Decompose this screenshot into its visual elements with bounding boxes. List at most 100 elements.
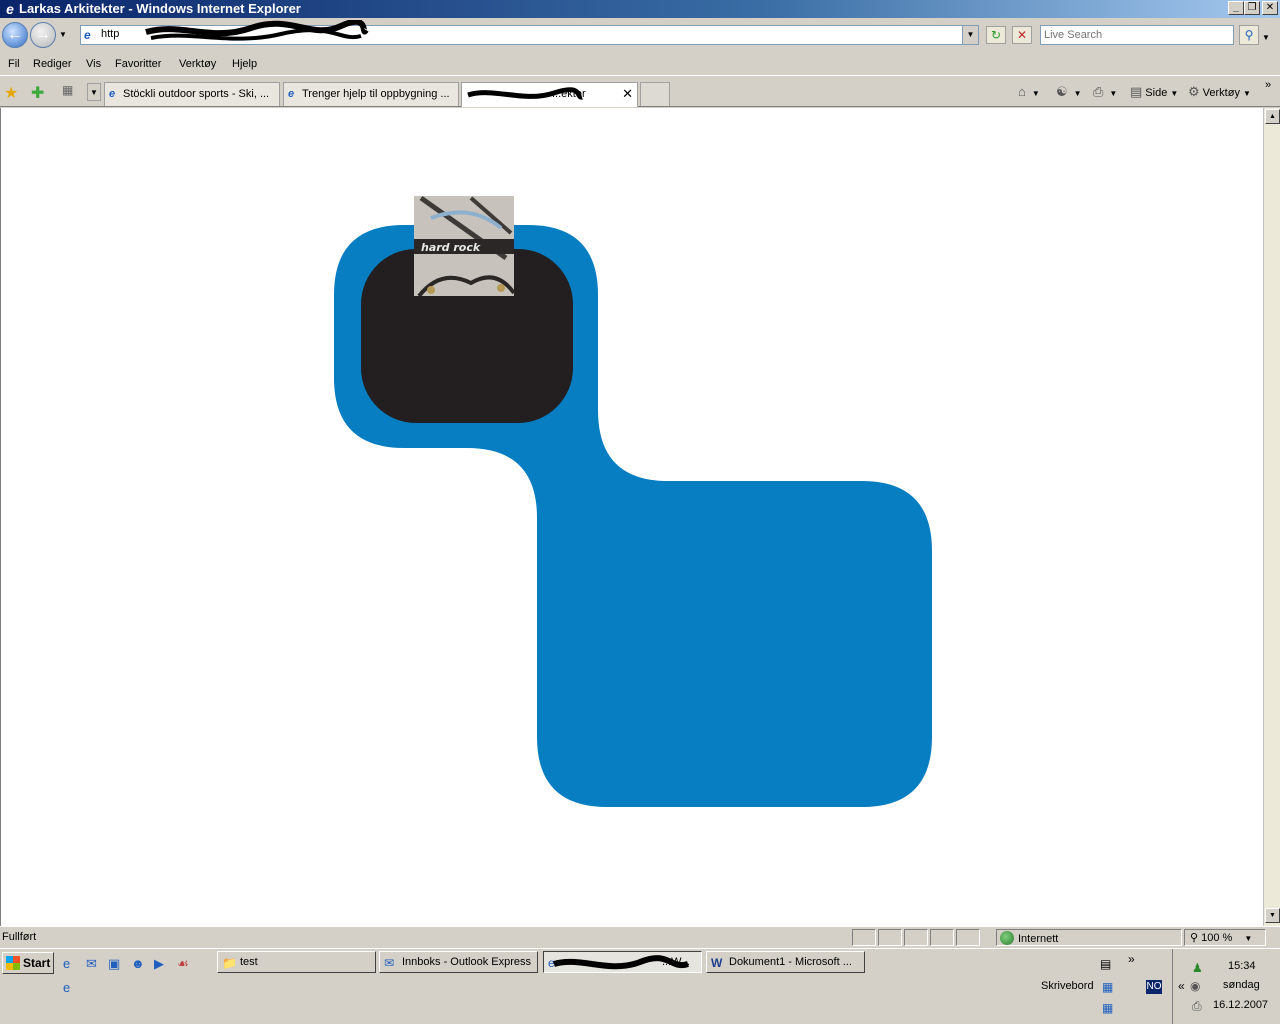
history-dropdown-icon[interactable]: ▼ [59,30,69,40]
print-button[interactable]: ⎙ ▼ [1093,84,1117,100]
favorites-star-icon[interactable]: ★ [4,83,18,103]
zoom-level: 100 % [1201,932,1233,944]
menu-favorites[interactable]: Favoritter [115,58,161,70]
zone-label: Internett [1018,933,1059,945]
tab-larkas-active[interactable]: ...ekter ✕ [461,82,638,107]
taskbar-button-label: ...W... [662,956,691,968]
menu-view[interactable]: Vis [86,58,101,70]
tab-trenger-hjelp[interactable]: e Trenger hjelp til oppbygning ... [283,82,459,106]
taskbar-button-outlook[interactable]: ✉ Innboks - Outlook Express [379,951,538,973]
address-url[interactable]: http [101,28,119,40]
bike-frame-image[interactable]: hard rock [414,195,516,298]
taskbar: Start e ✉ ▣ ☻ ▶ ☙ e 📁 test ✉ Innboks - Out… [0,948,1280,1024]
clock-time[interactable]: 15:34 [1228,960,1256,972]
tray-folder-icon[interactable]: ▤ [1100,957,1111,971]
outlook-icon: ✉ [384,956,395,970]
toolbar-expand-icon[interactable]: » [1128,952,1135,966]
gear-icon: ⚙ [1188,84,1200,99]
search-options-icon[interactable]: ▼ [1262,33,1270,42]
search-icon[interactable]: ⚲ [1239,25,1259,45]
stop-icon[interactable]: ✕ [1012,26,1032,44]
tab-bar: ★ ✚ ▦ ▼ e Stöckli outdoor sports - Ski, .… [0,77,1280,107]
quicklaunch-desktop-icon[interactable]: ▣ [108,956,120,972]
desktop-toolbar-label[interactable]: Skrivebord [1041,980,1094,992]
globe-icon [1000,931,1014,945]
tray-users-icon[interactable]: ♟ [1192,961,1203,975]
chevron-down-icon: ▼ [1244,934,1253,943]
tab-stockli[interactable]: e Stöckli outdoor sports - Ski, ... [104,82,280,106]
feeds-button[interactable]: ☯ ▼ [1056,84,1082,100]
window-title-bar[interactable]: e Larkas Arkitekter - Windows Internet E… [0,0,1280,18]
home-button[interactable]: ⌂ ▼ [1018,84,1040,99]
zoom-control[interactable]: ⚲ 100 % ▼ [1190,931,1252,944]
page-menu-button[interactable]: ▤ Side ▼ [1130,84,1178,100]
quicklaunch-messenger-icon[interactable]: ☻ [131,956,145,971]
language-indicator[interactable]: NO [1146,980,1162,994]
printer-icon: ⎙ [1093,84,1104,99]
bike-caption: hard rock [421,241,481,254]
page-icon: e [84,28,91,42]
taskbar-button-test[interactable]: 📁 test [217,951,376,973]
start-button[interactable]: Start [2,952,54,974]
quicklaunch-app-icon[interactable]: ☙ [177,956,189,972]
taskbar-button-label: test [240,956,258,968]
add-favorite-icon[interactable]: ✚ [31,83,44,103]
tray-cd-icon[interactable]: ◉ [1190,979,1200,993]
quicklaunch-media-icon[interactable]: ▶ [154,956,164,972]
quicklaunch-ie-icon[interactable]: e [63,956,70,971]
tray-network2-icon[interactable]: ▦ [1102,1001,1113,1015]
new-tab-button[interactable] [640,82,670,106]
word-icon: W [711,956,723,970]
search-box[interactable] [1040,25,1234,45]
quicklaunch-outlook-icon[interactable]: ✉ [86,956,97,972]
clock-day: søndag [1223,979,1260,991]
menu-edit[interactable]: Rediger [33,58,72,70]
quick-tabs-icon[interactable]: ▦ [62,83,82,101]
tools-menu-label: Verktøy [1202,87,1240,99]
tab-close-icon[interactable]: ✕ [622,83,633,105]
address-dropdown-icon[interactable]: ▼ [962,26,978,44]
chevron-down-icon: ▼ [1109,89,1118,98]
menu-file[interactable]: Fil [8,58,20,70]
ie-logo-icon: e [6,1,14,17]
refresh-icon[interactable]: ↻ [986,26,1006,44]
toolbar-overflow-icon[interactable]: » [1265,79,1271,91]
status-cell [904,929,928,946]
maximize-button[interactable]: ❐ [1244,1,1260,15]
page-viewport: hard rock [0,108,1263,926]
taskbar-button-word[interactable]: W Dokument1 - Microsoft ... [706,951,865,973]
page-graphic: hard rock [334,195,932,807]
taskbar-button-label: Innboks - Outlook Express [402,956,532,968]
address-toolbar: ← → ▼ e http ▼ ↻ ✕ ⚲ ▼ [0,18,1280,54]
tray-network-icon[interactable]: ▦ [1102,980,1113,994]
chevron-down-icon: ▼ [1242,89,1251,98]
menu-help[interactable]: Hjelp [232,58,257,70]
address-bar[interactable]: e http ▼ [80,20,979,45]
status-text: Fullført [2,931,37,943]
rss-icon: ☯ [1056,84,1068,99]
close-button[interactable]: ✕ [1262,1,1278,15]
tools-menu-button[interactable]: ⚙ Verktøy ▼ [1188,84,1251,100]
menu-bar: Fil Rediger Vis Favoritter Verktøy Hjelp [0,54,1280,76]
minimize-button[interactable]: _ [1228,1,1244,15]
back-button[interactable]: ← [2,22,28,48]
vertical-scrollbar[interactable]: ▲ ▼ [1263,108,1280,926]
tab-label: Stöckli outdoor sports - Ski, ... [123,88,270,100]
tab-list-dropdown-icon[interactable]: ▼ [87,83,101,101]
menu-tools[interactable]: Verktøy [179,58,216,70]
status-cell [930,929,954,946]
security-zone[interactable]: Internett [1000,931,1058,945]
forward-button[interactable]: → [30,22,56,48]
status-cell [878,929,902,946]
quicklaunch-ie2-icon[interactable]: e [63,980,70,995]
scroll-down-icon[interactable]: ▼ [1265,908,1280,923]
search-input[interactable] [1041,26,1231,44]
scroll-up-icon[interactable]: ▲ [1265,109,1280,124]
taskbar-button-ie-active[interactable]: e ...W... [543,951,702,973]
tray-expand-icon[interactable]: « [1178,979,1185,993]
page-menu-label: Side [1145,87,1168,99]
tab-label: Trenger hjelp til oppbygning ... [302,88,450,100]
redaction-scribble [145,20,369,41]
status-bar: Fullført Internett ⚲ 100 % ▼ [0,926,1280,948]
tray-printer-icon[interactable]: ⎙ [1192,999,1202,1014]
